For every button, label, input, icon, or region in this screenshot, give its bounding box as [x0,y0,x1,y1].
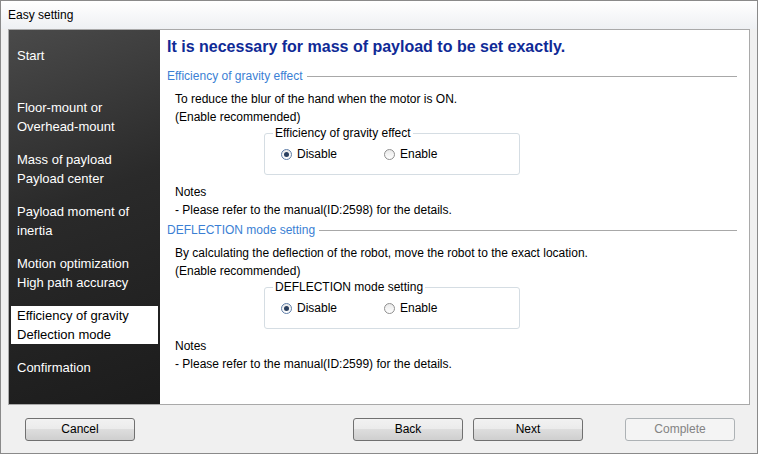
setting-section: Efficiency of gravity effectTo reduce th… [167,57,737,219]
dialog-button[interactable]: Cancel [25,418,135,441]
radio-group: Efficiency of gravity effect DisableEnabl… [264,126,520,175]
section-description: To reduce the blur of the hand when the … [167,90,737,126]
section-rule [319,230,737,231]
dialog-button[interactable]: Complete [625,418,735,441]
group-title: DEFLECTION mode setting [273,280,425,294]
radio-group: DEFLECTION mode setting DisableEnable [264,280,520,329]
page-heading: It is necessary for mass of payload to b… [167,37,737,57]
radio-icon[interactable] [281,303,292,314]
section-description: By calculating the deflection of the rob… [167,244,737,280]
radio-option[interactable]: Enable [384,147,487,161]
section-title: Efficiency of gravity effect [167,68,737,84]
section-title: DEFLECTION mode setting [167,222,737,238]
notes: Notes- Please refer to the manual(ID:259… [167,183,737,219]
window-title: Easy setting [8,8,73,22]
radio-icon[interactable] [384,149,395,160]
sidebar-item[interactable]: Motion optimizationHigh path accuracy [11,254,158,292]
main-panel: It is necessary for mass of payload to b… [160,30,749,404]
sidebar: Start Floor-mount orOverhead-mount Mass of… [9,30,160,404]
radio-option[interactable]: Enable [384,301,487,315]
radio-icon[interactable] [384,303,395,314]
radio-icon[interactable] [281,149,292,160]
easy-setting-window: Easy setting Start Floor-mount orOverhead-… [0,0,758,454]
sidebar-item[interactable]: Floor-mount orOverhead-mount [11,98,158,136]
dialog-button[interactable]: Back [353,418,463,441]
dialog-body: Start Floor-mount orOverhead-mount Mass of… [8,29,750,405]
button-bar: Cancel Back Next Complete [1,405,757,453]
group-title: Efficiency of gravity effect [273,126,413,140]
dialog-button[interactable]: Next [473,418,583,441]
sidebar-item[interactable]: Start [11,46,158,84]
title-bar: Easy setting [1,1,757,29]
radio-option[interactable]: Disable [281,301,384,315]
sidebar-item[interactable]: Payload moment ofinertia [11,202,158,240]
sidebar-item[interactable]: Confirmation [11,358,158,396]
notes: Notes- Please refer to the manual(ID:259… [167,337,737,373]
setting-section: DEFLECTION mode settingBy calculating th… [167,219,737,373]
sidebar-item[interactable]: Efficiency of gravityDeflection mode [11,306,158,344]
radio-option[interactable]: Disable [281,147,384,161]
sidebar-item[interactable]: Mass of payloadPayload center [11,150,158,188]
section-rule [307,76,737,77]
